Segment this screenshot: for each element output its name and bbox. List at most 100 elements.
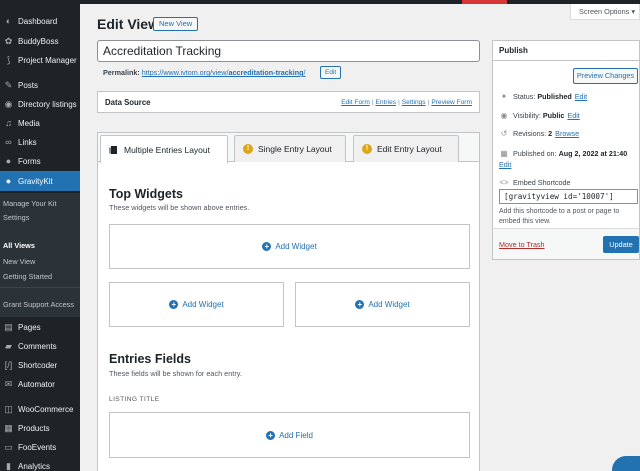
data-source-title: Data Source	[105, 98, 151, 107]
edit-date-link[interactable]: Edit	[499, 160, 511, 169]
embed-label: Embed Shortcode	[513, 178, 571, 187]
products-icon: ▦	[4, 422, 13, 433]
sidebar-item-fooevents[interactable]: ▭ FooEvents	[0, 437, 80, 457]
sidebar-item-buddyboss[interactable]: ✿ BuddyBoss	[0, 31, 80, 51]
status-row: ✦ Status: Published Edit	[499, 92, 587, 101]
new-view-button[interactable]: New View	[153, 17, 199, 31]
published-label: Published on:	[513, 149, 557, 158]
top-widgets-title: Top Widgets	[109, 187, 183, 201]
sidebar-item-gravitykit[interactable]: ● GravityKit	[0, 171, 80, 191]
submenu-getting-started[interactable]: Getting Started	[3, 272, 52, 281]
link-separator: |	[371, 99, 374, 106]
layout-tabs: Multiple Entries Layout ! Single Entry L…	[98, 133, 479, 163]
warning-icon: !	[243, 144, 253, 154]
preview-form-link[interactable]: Preview Form	[431, 99, 472, 106]
permalink-base: https://www.ivtom.org/view/	[141, 68, 229, 77]
gravitykit-submenu	[0, 193, 80, 317]
tab-multiple-entries-layout[interactable]: Multiple Entries Layout	[100, 135, 228, 163]
topbar-notice	[462, 0, 507, 4]
warning-icon: !	[362, 144, 372, 154]
analytics-icon: ▮	[6, 460, 11, 471]
edit-permalink-button[interactable]: Edit	[320, 66, 342, 79]
sidebar-item-label: Automator	[18, 379, 55, 389]
sidebar-item-label: BuddyBoss	[18, 36, 59, 46]
status-value: Published	[537, 92, 572, 101]
sidebar-item-woocommerce[interactable]: ◫ WooCommerce	[0, 399, 80, 419]
shortcode-help-text: Add this shortcode to a post or page to …	[499, 208, 620, 225]
calendar-icon: ▦	[500, 149, 508, 158]
submenu-settings[interactable]: Settings	[3, 213, 29, 222]
submenu-all-views[interactable]: All Views	[3, 241, 35, 250]
submenu-manage-your-kit[interactable]: Manage Your Kit	[3, 199, 57, 208]
sidebar-item-label: Pages	[18, 322, 41, 332]
submenu-new-view[interactable]: New View	[3, 257, 35, 266]
sidebar-item-label: Directory listings	[18, 99, 77, 109]
add-widget-label: Add Widget	[275, 242, 317, 251]
submenu-grant-support-access[interactable]: Grant Support Access	[3, 300, 74, 309]
sidebar-item-directory-listings[interactable]: ◉ Directory listings	[0, 94, 80, 114]
sidebar-item-comments[interactable]: ▰ Comments	[0, 336, 80, 356]
add-widget-right[interactable]: + Add Widget	[295, 282, 470, 327]
permalink-trail: /	[303, 68, 306, 77]
sidebar-item-automator[interactable]: ✉ Automator	[0, 374, 80, 394]
help-bubble-icon[interactable]	[612, 456, 640, 471]
plus-icon: +	[355, 300, 365, 309]
add-widget-label: Add Widget	[182, 300, 224, 309]
add-field-label: Add Field	[279, 430, 313, 440]
view-title-input[interactable]: Accreditation Tracking	[97, 40, 480, 62]
move-to-trash-link[interactable]: Move to Trash	[499, 240, 545, 249]
submenu-divider	[0, 287, 80, 288]
permalink-slug: accreditation-tracking	[228, 68, 304, 77]
sidebar-item-posts[interactable]: ✎ Posts	[0, 75, 80, 95]
embed-row: <> Embed Shortcode	[499, 178, 571, 187]
add-widget-left[interactable]: + Add Widget	[109, 282, 284, 327]
plus-icon: +	[262, 242, 272, 251]
project-manager-icon: ⟆	[6, 54, 11, 65]
entries-link[interactable]: Entries	[376, 99, 397, 106]
eye-icon: ◉	[500, 111, 508, 120]
revisions-label: Revisions:	[513, 129, 547, 138]
sidebar-item-pages[interactable]: ▤ Pages	[0, 317, 80, 337]
settings-link[interactable]: Settings	[402, 99, 426, 106]
sidebar-item-links[interactable]: ∞ Links	[0, 132, 80, 152]
permalink-link[interactable]: https://www.ivtom.org/view/accreditation…	[142, 68, 306, 77]
layout-icon	[109, 145, 119, 155]
sidebar-item-label: Posts	[18, 80, 39, 90]
update-button[interactable]: Update	[603, 236, 639, 253]
add-widget-full[interactable]: + Add Widget	[109, 224, 470, 269]
sidebar-item-dashboard[interactable]: ◐ Dashboard	[0, 11, 80, 31]
shortcode-input[interactable]: [gravityview id='10007']	[499, 189, 638, 204]
add-widget-label: Add Widget	[368, 300, 410, 309]
shortcoder-icon: [/]	[4, 360, 13, 370]
page-title: Edit View	[97, 16, 159, 32]
edit-status-link[interactable]: Edit	[575, 92, 587, 101]
sidebar-item-label: GravityKit	[18, 176, 53, 186]
buddyboss-icon: ✿	[4, 35, 13, 46]
edit-form-link[interactable]: Edit Form	[341, 99, 370, 106]
sidebar-item-label: Forms	[18, 156, 41, 166]
sidebar-item-label: Dashboard	[18, 16, 58, 26]
plus-icon: +	[169, 300, 179, 309]
sidebar-item-analytics[interactable]: ▮ Analytics	[0, 456, 80, 471]
visibility-value: Public	[542, 111, 565, 120]
tab-single-entry-layout[interactable]: ! Single Entry Layout	[234, 135, 346, 162]
sidebar-item-media[interactable]: ♫ Media	[0, 113, 80, 133]
sidebar-item-label: Links	[18, 137, 37, 147]
view-layout-editor: Multiple Entries Layout ! Single Entry L…	[97, 132, 480, 471]
sidebar-item-label: Products	[18, 423, 50, 433]
tab-edit-entry-layout[interactable]: ! Edit Entry Layout	[353, 135, 459, 162]
history-icon: ↺	[500, 129, 508, 138]
visibility-row: ◉ Visibility: Public Edit	[499, 111, 580, 120]
edit-visibility-link[interactable]: Edit	[567, 111, 579, 120]
add-field-area[interactable]: + Add Field	[109, 412, 470, 458]
sidebar-item-project-manager[interactable]: ⟆ Project Manager	[0, 50, 80, 70]
browse-revisions-link[interactable]: Browse	[555, 129, 579, 138]
preview-changes-button[interactable]: Preview Changes	[573, 68, 638, 84]
plus-icon: +	[266, 430, 276, 440]
sidebar-item-products[interactable]: ▦ Products	[0, 418, 80, 438]
pages-icon: ▤	[4, 321, 13, 332]
pin-icon: ✎	[4, 79, 13, 90]
screen-options-button[interactable]: Screen Options ▾	[570, 4, 640, 20]
sidebar-item-shortcoder[interactable]: [/] Shortcoder	[0, 355, 80, 375]
sidebar-item-forms[interactable]: ● Forms	[0, 151, 80, 171]
